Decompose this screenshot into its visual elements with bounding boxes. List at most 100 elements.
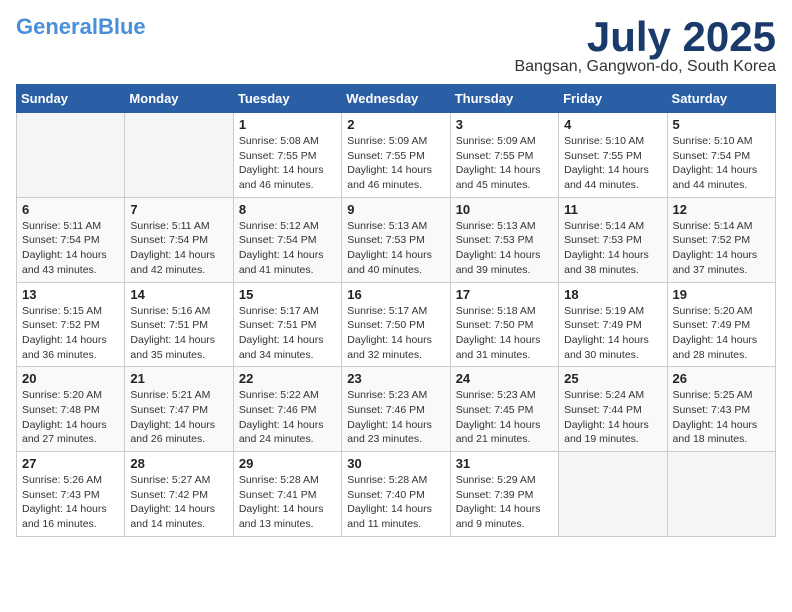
day-info: Sunrise: 5:28 AM Sunset: 7:40 PM Dayligh… xyxy=(347,473,444,532)
day-info: Sunrise: 5:23 AM Sunset: 7:46 PM Dayligh… xyxy=(347,388,444,447)
day-info: Sunrise: 5:17 AM Sunset: 7:51 PM Dayligh… xyxy=(239,304,336,363)
day-info: Sunrise: 5:11 AM Sunset: 7:54 PM Dayligh… xyxy=(22,219,119,278)
week-row-4: 20 Sunrise: 5:20 AM Sunset: 7:48 PM Dayli… xyxy=(17,367,776,452)
day-number: 18 xyxy=(564,287,661,302)
weekday-header-wednesday: Wednesday xyxy=(342,85,450,113)
day-cell: 20 Sunrise: 5:20 AM Sunset: 7:48 PM Dayli… xyxy=(17,367,125,452)
day-info: Sunrise: 5:27 AM Sunset: 7:42 PM Dayligh… xyxy=(130,473,227,532)
day-cell: 14 Sunrise: 5:16 AM Sunset: 7:51 PM Dayli… xyxy=(125,282,233,367)
day-cell: 2 Sunrise: 5:09 AM Sunset: 7:55 PM Daylig… xyxy=(342,113,450,198)
day-cell: 19Sunrise: 5:20 AM Sunset: 7:49 PM Dayli… xyxy=(667,282,775,367)
day-cell: 6Sunrise: 5:11 AM Sunset: 7:54 PM Daylig… xyxy=(17,197,125,282)
day-number: 20 xyxy=(22,371,119,386)
day-cell: 30 Sunrise: 5:28 AM Sunset: 7:40 PM Dayli… xyxy=(342,452,450,537)
day-cell: 25Sunrise: 5:24 AM Sunset: 7:44 PM Dayli… xyxy=(559,367,667,452)
logo-text: GeneralBlue xyxy=(16,16,146,38)
day-number: 15 xyxy=(239,287,336,302)
day-number: 8 xyxy=(239,202,336,217)
day-cell: 9 Sunrise: 5:13 AM Sunset: 7:53 PM Daylig… xyxy=(342,197,450,282)
month-title: July 2025 xyxy=(514,16,776,58)
logo-general: General xyxy=(16,14,98,39)
day-info: Sunrise: 5:20 AM Sunset: 7:48 PM Dayligh… xyxy=(22,388,119,447)
day-cell: 26Sunrise: 5:25 AM Sunset: 7:43 PM Dayli… xyxy=(667,367,775,452)
weekday-header-friday: Friday xyxy=(559,85,667,113)
day-cell xyxy=(667,452,775,537)
day-cell: 15 Sunrise: 5:17 AM Sunset: 7:51 PM Dayli… xyxy=(233,282,341,367)
day-cell: 7Sunrise: 5:11 AM Sunset: 7:54 PM Daylig… xyxy=(125,197,233,282)
day-cell xyxy=(17,113,125,198)
week-row-1: 1Sunrise: 5:08 AM Sunset: 7:55 PM Daylig… xyxy=(17,113,776,198)
day-cell xyxy=(559,452,667,537)
weekday-header-thursday: Thursday xyxy=(450,85,558,113)
calendar-table: SundayMondayTuesdayWednesdayThursdayFrid… xyxy=(16,84,776,537)
day-number: 31 xyxy=(456,456,553,471)
day-number: 26 xyxy=(673,371,770,386)
day-info: Sunrise: 5:28 AM Sunset: 7:41 PM Dayligh… xyxy=(239,473,336,532)
logo: GeneralBlue xyxy=(16,16,146,38)
day-cell: 21Sunrise: 5:21 AM Sunset: 7:47 PM Dayli… xyxy=(125,367,233,452)
day-info: Sunrise: 5:23 AM Sunset: 7:45 PM Dayligh… xyxy=(456,388,553,447)
location: Bangsan, Gangwon-do, South Korea xyxy=(514,58,776,76)
day-cell: 17 Sunrise: 5:18 AM Sunset: 7:50 PM Dayli… xyxy=(450,282,558,367)
day-number: 22 xyxy=(239,371,336,386)
day-cell: 24 Sunrise: 5:23 AM Sunset: 7:45 PM Dayli… xyxy=(450,367,558,452)
day-number: 17 xyxy=(456,287,553,302)
day-info: Sunrise: 5:16 AM Sunset: 7:51 PM Dayligh… xyxy=(130,304,227,363)
day-info: Sunrise: 5:10 AM Sunset: 7:55 PM Dayligh… xyxy=(564,134,661,193)
day-number: 3 xyxy=(456,117,553,132)
day-cell: 12 Sunrise: 5:14 AM Sunset: 7:52 PM Dayli… xyxy=(667,197,775,282)
page-header: GeneralBlue July 2025 Bangsan, Gangwon-d… xyxy=(16,16,776,76)
day-cell: 4 Sunrise: 5:10 AM Sunset: 7:55 PM Daylig… xyxy=(559,113,667,198)
day-number: 4 xyxy=(564,117,661,132)
day-info: Sunrise: 5:13 AM Sunset: 7:53 PM Dayligh… xyxy=(347,219,444,278)
day-number: 1 xyxy=(239,117,336,132)
title-area: July 2025 Bangsan, Gangwon-do, South Kor… xyxy=(514,16,776,76)
day-info: Sunrise: 5:18 AM Sunset: 7:50 PM Dayligh… xyxy=(456,304,553,363)
day-cell: 1Sunrise: 5:08 AM Sunset: 7:55 PM Daylig… xyxy=(233,113,341,198)
day-info: Sunrise: 5:24 AM Sunset: 7:44 PM Dayligh… xyxy=(564,388,661,447)
day-cell: 29Sunrise: 5:28 AM Sunset: 7:41 PM Dayli… xyxy=(233,452,341,537)
day-cell: 31 Sunrise: 5:29 AM Sunset: 7:39 PM Dayli… xyxy=(450,452,558,537)
day-cell: 3Sunrise: 5:09 AM Sunset: 7:55 PM Daylig… xyxy=(450,113,558,198)
logo-blue: Blue xyxy=(98,14,146,39)
day-info: Sunrise: 5:26 AM Sunset: 7:43 PM Dayligh… xyxy=(22,473,119,532)
day-cell: 8Sunrise: 5:12 AM Sunset: 7:54 PM Daylig… xyxy=(233,197,341,282)
day-cell: 23 Sunrise: 5:23 AM Sunset: 7:46 PM Dayli… xyxy=(342,367,450,452)
day-number: 10 xyxy=(456,202,553,217)
week-row-5: 27 Sunrise: 5:26 AM Sunset: 7:43 PM Dayli… xyxy=(17,452,776,537)
week-row-3: 13Sunrise: 5:15 AM Sunset: 7:52 PM Dayli… xyxy=(17,282,776,367)
day-number: 21 xyxy=(130,371,227,386)
day-info: Sunrise: 5:10 AM Sunset: 7:54 PM Dayligh… xyxy=(673,134,770,193)
day-cell: 5 Sunrise: 5:10 AM Sunset: 7:54 PM Daylig… xyxy=(667,113,775,198)
day-cell: 10Sunrise: 5:13 AM Sunset: 7:53 PM Dayli… xyxy=(450,197,558,282)
weekday-header-sunday: Sunday xyxy=(17,85,125,113)
day-info: Sunrise: 5:09 AM Sunset: 7:55 PM Dayligh… xyxy=(347,134,444,193)
day-info: Sunrise: 5:20 AM Sunset: 7:49 PM Dayligh… xyxy=(673,304,770,363)
day-info: Sunrise: 5:22 AM Sunset: 7:46 PM Dayligh… xyxy=(239,388,336,447)
day-number: 24 xyxy=(456,371,553,386)
day-number: 14 xyxy=(130,287,227,302)
weekday-header-row: SundayMondayTuesdayWednesdayThursdayFrid… xyxy=(17,85,776,113)
day-number: 5 xyxy=(673,117,770,132)
day-number: 12 xyxy=(673,202,770,217)
day-info: Sunrise: 5:19 AM Sunset: 7:49 PM Dayligh… xyxy=(564,304,661,363)
day-cell: 11 Sunrise: 5:14 AM Sunset: 7:53 PM Dayli… xyxy=(559,197,667,282)
day-number: 27 xyxy=(22,456,119,471)
day-cell: 27 Sunrise: 5:26 AM Sunset: 7:43 PM Dayli… xyxy=(17,452,125,537)
day-cell: 18 Sunrise: 5:19 AM Sunset: 7:49 PM Dayli… xyxy=(559,282,667,367)
day-info: Sunrise: 5:14 AM Sunset: 7:53 PM Dayligh… xyxy=(564,219,661,278)
day-info: Sunrise: 5:14 AM Sunset: 7:52 PM Dayligh… xyxy=(673,219,770,278)
day-number: 2 xyxy=(347,117,444,132)
day-info: Sunrise: 5:29 AM Sunset: 7:39 PM Dayligh… xyxy=(456,473,553,532)
day-number: 30 xyxy=(347,456,444,471)
day-number: 11 xyxy=(564,202,661,217)
day-number: 7 xyxy=(130,202,227,217)
day-info: Sunrise: 5:17 AM Sunset: 7:50 PM Dayligh… xyxy=(347,304,444,363)
day-number: 23 xyxy=(347,371,444,386)
day-cell xyxy=(125,113,233,198)
weekday-header-monday: Monday xyxy=(125,85,233,113)
day-number: 9 xyxy=(347,202,444,217)
weekday-header-tuesday: Tuesday xyxy=(233,85,341,113)
weekday-header-saturday: Saturday xyxy=(667,85,775,113)
day-number: 13 xyxy=(22,287,119,302)
